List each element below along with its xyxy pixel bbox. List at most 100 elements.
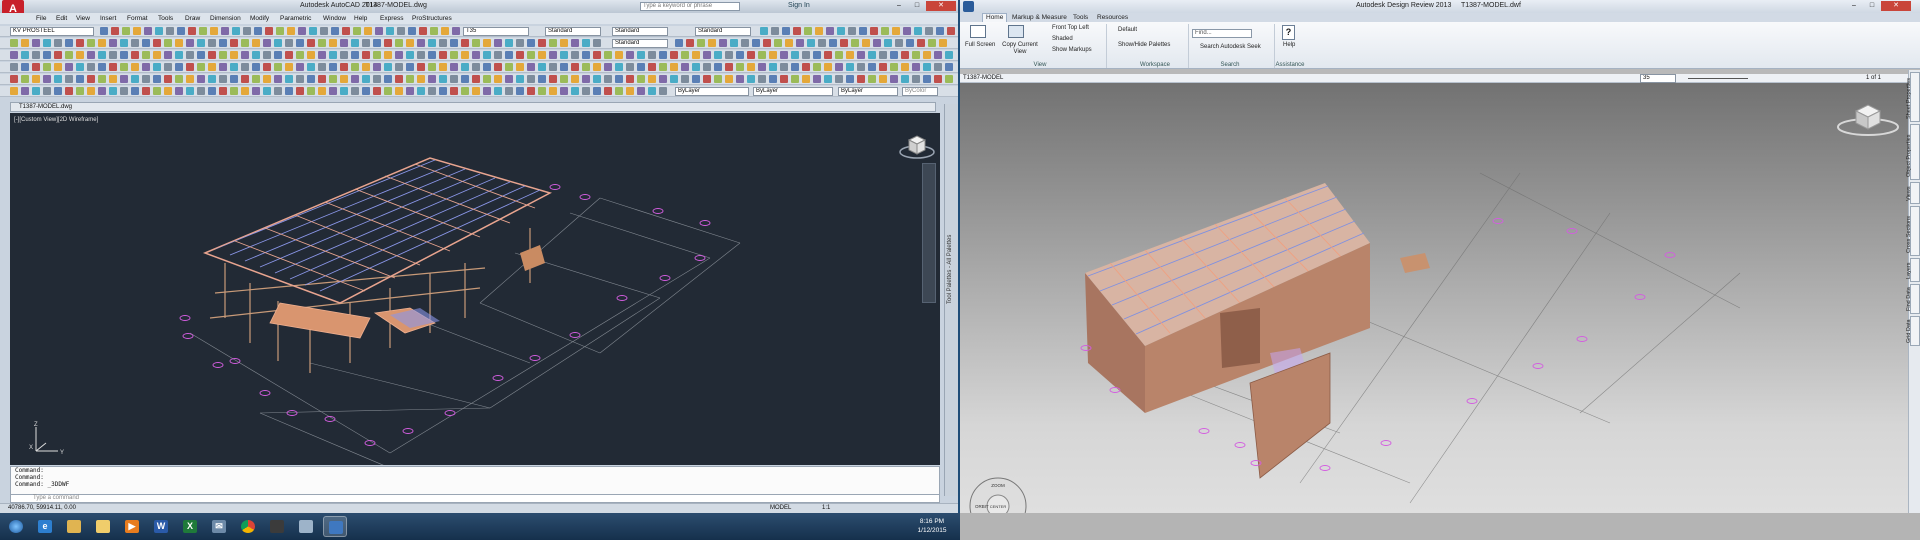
menu-window[interactable]: Window [323,15,346,22]
toolbar-tool-icon[interactable] [505,75,513,83]
toolbar-tool-icon[interactable] [153,51,161,59]
side-tab-find-data[interactable]: Find Data [1906,284,1920,314]
toolbar-tool-icon[interactable] [230,87,238,95]
toolbar-tool-icon[interactable] [175,63,183,71]
toolbar-tool-icon[interactable] [43,51,51,59]
side-tab-views[interactable]: Views [1906,182,1920,204]
toolbar-tool-icon[interactable] [21,39,29,47]
toolbar-tool-icon[interactable] [373,51,381,59]
toolbar-tool-icon[interactable] [351,63,359,71]
toolbar-tool-icon[interactable] [263,75,271,83]
toolbar-tool-icon[interactable] [538,63,546,71]
taskbar-file-folder[interactable] [91,516,115,537]
toolbar-tool-icon[interactable] [725,51,733,59]
toolbar-tool-icon[interactable] [560,51,568,59]
toolbar-tool-icon[interactable] [516,51,524,59]
toolbar-tool-icon[interactable] [791,51,799,59]
toolbar-tool-icon[interactable] [791,63,799,71]
toolbar-tool-icon[interactable] [912,63,920,71]
toolbar-tool-icon[interactable] [54,39,62,47]
toolbar-tool-icon[interactable] [296,63,304,71]
toolbar-tool-icon[interactable] [483,87,491,95]
toolbar-tool-icon[interactable] [296,75,304,83]
toolbar-tool-icon[interactable] [144,27,152,35]
tab-resources[interactable]: Resources [1097,14,1128,21]
toolbar-tool-icon[interactable] [604,63,612,71]
toolbar-tool-icon[interactable] [296,87,304,95]
toolbar-tool-icon[interactable] [153,87,161,95]
toolbar-tool-icon[interactable] [307,87,315,95]
toolbar-tool-icon[interactable] [884,39,892,47]
toolbar-tool-icon[interactable] [923,75,931,83]
toolbar-tool-icon[interactable] [483,75,491,83]
toolbar-tool-icon[interactable] [681,63,689,71]
toolbar-tool-icon[interactable] [87,51,95,59]
toolbar-tool-icon[interactable] [560,75,568,83]
toolbar-tool-icon[interactable] [208,87,216,95]
show-markups-toggle[interactable]: Show Markups [1052,47,1092,53]
toolbar-tool-icon[interactable] [912,51,920,59]
text-style-combo[interactable]: T35 [463,27,529,36]
toolbar-tool-icon[interactable] [274,51,282,59]
toolbar-tool-icon[interactable] [164,51,172,59]
toolbar-tool-icon[interactable] [76,87,84,95]
toolbar-tool-icon[interactable] [120,75,128,83]
toolbar-tool-icon[interactable] [439,39,447,47]
toolbar-tool-icon[interactable] [747,51,755,59]
toolbar-tool-icon[interactable] [450,75,458,83]
toolbar-tool-icon[interactable] [188,27,196,35]
toolbar-tool-icon[interactable] [109,87,117,95]
toolbar-tool-icon[interactable] [923,51,931,59]
toolbar-tool-icon[interactable] [263,51,271,59]
toolbar-tool-icon[interactable] [76,75,84,83]
toolbar-tool-icon[interactable] [906,39,914,47]
toolbar-tool-icon[interactable] [593,87,601,95]
toolbar-tool-icon[interactable] [419,27,427,35]
toolbar-tool-icon[interactable] [670,63,678,71]
tab-tools[interactable]: Tools [1073,14,1088,21]
toolbar-tool-icon[interactable] [670,51,678,59]
toolbar-tool-icon[interactable] [54,75,62,83]
lineweight-combo[interactable]: ByLayer [838,87,898,96]
toolbar-tool-icon[interactable] [131,51,139,59]
toolbar-tool-icon[interactable] [109,51,117,59]
toolbar-tool-icon[interactable] [936,27,944,35]
toolbar-tool-icon[interactable] [593,63,601,71]
tab-markup-measure[interactable]: Markup & Measure [1012,14,1067,21]
toolbar-tool-icon[interactable] [870,27,878,35]
toolbar-tool-icon[interactable] [98,63,106,71]
toolbar-tool-icon[interactable] [274,63,282,71]
toolbar-tool-icon[interactable] [54,87,62,95]
toolbar-tool-icon[interactable] [274,87,282,95]
toolbar-tool-icon[interactable] [43,39,51,47]
toolbar-tool-icon[interactable] [98,51,106,59]
toolbar-tool-icon[interactable] [901,75,909,83]
help-button[interactable]: Help [1283,42,1295,48]
toolbar-tool-icon[interactable] [725,75,733,83]
toolbar-tool-icon[interactable] [582,51,590,59]
toolbar-tool-icon[interactable] [351,75,359,83]
toolbar-tool-icon[interactable] [675,39,683,47]
toolbar-tool-icon[interactable] [208,39,216,47]
toolbar-tool-icon[interactable] [76,51,84,59]
toolbar-tool-icon[interactable] [879,75,887,83]
toolbar-tool-icon[interactable] [296,39,304,47]
toolbar-tool-icon[interactable] [155,27,163,35]
toolbar-tool-icon[interactable] [439,75,447,83]
toolbar-tool-icon[interactable] [769,75,777,83]
side-tab-layers[interactable]: Layers [1906,258,1920,282]
toolbar-tool-icon[interactable] [901,63,909,71]
toolbar-tool-icon[interactable] [428,63,436,71]
toolbar-tool-icon[interactable] [186,39,194,47]
toolbar-tool-icon[interactable] [342,27,350,35]
toolbar-tool-icon[interactable] [692,63,700,71]
toolbar-tool-icon[interactable] [571,39,579,47]
taskbar-app-dark[interactable] [265,516,289,537]
toolbar-tool-icon[interactable] [697,39,705,47]
toolbar-tool-icon[interactable] [142,63,150,71]
toolbar-tool-icon[interactable] [329,39,337,47]
toolbar-tool-icon[interactable] [494,51,502,59]
toolbar-tool-icon[interactable] [87,87,95,95]
toolbar-tool-icon[interactable] [373,63,381,71]
toolbar-tool-icon[interactable] [186,51,194,59]
